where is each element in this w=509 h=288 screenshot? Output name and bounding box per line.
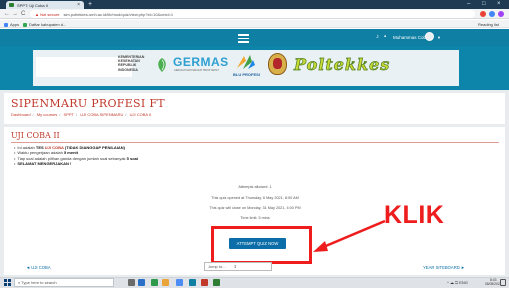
prev-activity-link[interactable]: ◄ UJI COBA — [26, 265, 51, 270]
page-title: SIPENMARU PROFESI FT — [11, 97, 165, 110]
store-icon[interactable] — [189, 279, 196, 286]
title-divider — [11, 142, 499, 143]
jump-to-select[interactable]: Jump to... ⇕ — [204, 262, 272, 271]
poltekkes-logo-text: Poltekkes — [294, 55, 391, 75]
chrome-icon[interactable] — [176, 279, 183, 286]
profile-icon[interactable] — [498, 11, 504, 17]
quiz-title: UJI COBA II — [11, 131, 60, 140]
maximize-button[interactable]: □ — [482, 0, 486, 9]
chevron-down-icon[interactable]: ▼ — [437, 35, 441, 40]
taskbar-search-input[interactable]: ⌕ Type here to search — [14, 278, 114, 287]
list-item: SELAMAT MENGERJAKAN ! — [14, 161, 138, 166]
app-icon[interactable] — [213, 279, 220, 286]
notification-center-icon[interactable] — [500, 279, 506, 286]
notification-bell-icon[interactable]: ♪ — [376, 34, 379, 41]
quiz-closes-text: This quiz will close on Monday, 31 May 2… — [209, 206, 301, 210]
site-favicon-icon — [9, 3, 14, 7]
minimize-button[interactable]: – — [467, 0, 470, 9]
hamburger-menu-icon[interactable] — [238, 32, 249, 43]
cortana-icon[interactable] — [128, 279, 135, 286]
germas-logo-text: GERMAS — [173, 55, 229, 69]
extension-icon[interactable] — [480, 11, 486, 17]
breadcrumb-my-courses[interactable]: My courses — [37, 112, 57, 117]
attempt-quiz-button[interactable]: ATTEMPT QUIZ NOW — [229, 238, 286, 249]
windows-start-icon[interactable] — [4, 279, 11, 286]
reload-icon[interactable]: C — [21, 10, 25, 18]
extension-icon[interactable] — [489, 11, 495, 17]
tab-title: SPPT: Uji Coba II — [17, 3, 48, 8]
bookmark-icon — [23, 23, 27, 27]
messages-icon[interactable]: ▪ — [384, 34, 386, 41]
back-icon[interactable]: ← — [4, 10, 10, 18]
new-tab-button[interactable]: + — [88, 0, 92, 9]
next-activity-link[interactable]: YEAR SITEBOARD ► — [423, 265, 465, 270]
quiz-opened-text: This quiz opened at Thursday, 6 May 2021… — [211, 196, 299, 200]
app-icon[interactable] — [201, 279, 208, 286]
address-bar: ← → C ▲ Not secure sim.poltekkes-smh.ac.… — [0, 9, 509, 19]
not-secure-label[interactable]: ▲ Not secure — [35, 12, 59, 17]
breadcrumb-uji-coba-ii[interactable]: UJI COBA II — [130, 112, 152, 117]
chevron-down-icon: ⇕ — [233, 264, 237, 269]
breadcrumb-dashboard[interactable]: Dashboard — [11, 112, 31, 117]
system-tray[interactable]: ^ ☁ ⏍ ENG — [447, 279, 468, 286]
user-name[interactable]: Muhammas Coba — [393, 34, 429, 41]
annotation-label: KLIK — [384, 201, 445, 229]
quiz-instructions: Ini adalah TES UJI COBA (TIDAK DIANGGAP … — [14, 145, 138, 167]
close-window-button[interactable]: × — [497, 0, 501, 9]
bookmark-apps[interactable]: Apps — [4, 22, 19, 27]
tab-close-icon[interactable]: × — [77, 2, 80, 8]
germas-subtitle: GERAKAN MASYARAKAT HIDUP SEHAT — [174, 69, 219, 72]
germas-leaf-icon — [158, 58, 166, 72]
blu-profesi-text: BLU PROFESI — [233, 72, 260, 77]
reading-list-link[interactable]: Reading list — [478, 22, 499, 27]
file-explorer-icon[interactable] — [162, 279, 169, 286]
browser-tab[interactable]: SPPT: Uji Coba II × — [6, 1, 84, 9]
forward-icon[interactable]: → — [12, 10, 18, 18]
breadcrumb: Dashboard / My courses / SPPT / UJI COBA SI… — [11, 112, 152, 117]
url-input[interactable]: ▲ Not secure sim.poltekkes-smh.ac.id/lib… — [30, 10, 475, 18]
attempts-allowed: Attempts allowed: 1 — [238, 185, 272, 189]
breadcrumb-sppt[interactable]: SPPT — [64, 112, 74, 117]
poltekkes-emblem-icon — [268, 53, 287, 75]
browser-tab-bar: SPPT: Uji Coba II × + – □ × — [0, 0, 509, 9]
apps-grid-icon — [4, 23, 8, 27]
annotation-arrow-icon — [313, 219, 386, 252]
edge-icon[interactable] — [151, 279, 158, 286]
site-navbar: ♪ ▪ Muhammas Coba ▼ — [0, 29, 509, 46]
ministry-logo-text: KEMENTERIAN KESEHATAN REPUBLIK INDONESIA — [118, 55, 145, 72]
task-view-icon[interactable] — [138, 279, 145, 286]
bookmarks-bar: Apps Daftar kabupaten d... Reading list — [0, 20, 509, 28]
blu-profesi-logo-icon — [237, 55, 255, 69]
url-text: sim.poltekkes-smh.ac.id/lib/mod/quiz/vie… — [63, 12, 174, 17]
bookmark-daftar-kabupaten[interactable]: Daftar kabupaten d... — [23, 22, 66, 27]
breadcrumb-uji-coba-sipenmaru[interactable]: UJI COBA SIPENMARU — [80, 112, 123, 117]
avatar[interactable] — [425, 32, 434, 41]
